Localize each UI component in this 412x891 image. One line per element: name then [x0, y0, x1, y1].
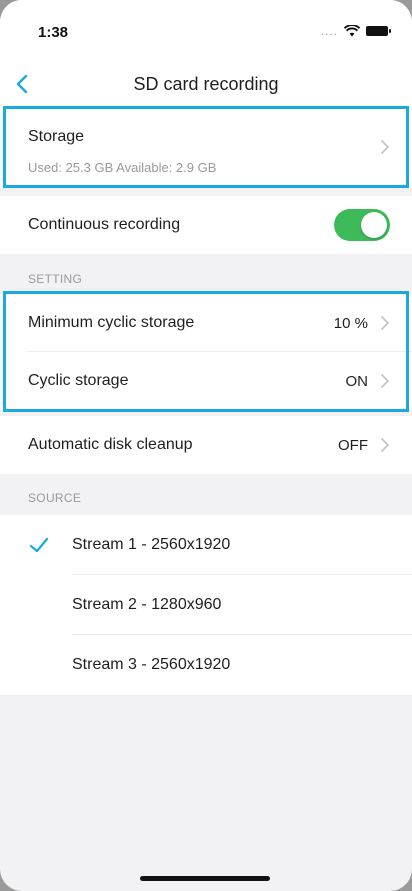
stream-row-3[interactable]: Stream 3 - 2560x1920	[0, 635, 412, 695]
storage-label: Storage	[28, 128, 85, 145]
stream-1-label: Stream 1 - 2560x1920	[72, 536, 231, 553]
storage-details: Used: 25.3 GB Available: 2.9 GB	[28, 160, 217, 175]
stream-2-label: Stream 2 - 1280x960	[72, 596, 222, 613]
battery-icon	[366, 26, 391, 36]
continuous-recording-label: Continuous recording	[28, 216, 181, 233]
checkmark-icon	[29, 537, 49, 553]
chevron-right-icon	[381, 140, 389, 154]
automatic-disk-cleanup-label: Automatic disk cleanup	[28, 436, 193, 453]
status-bar: 1:38 ....	[0, 0, 412, 62]
minimum-cyclic-storage-row[interactable]: Minimum cyclic storage 10 %	[0, 294, 412, 352]
cyclic-storage-row[interactable]: Cyclic storage ON	[0, 352, 412, 410]
chevron-right-icon	[381, 316, 389, 330]
continuous-recording-row: Continuous recording	[0, 196, 412, 254]
page-title: SD card recording	[133, 74, 279, 94]
continuous-recording-toggle[interactable]	[334, 209, 390, 241]
stream-row-1[interactable]: Stream 1 - 2560x1920	[0, 515, 412, 575]
automatic-disk-cleanup-value: OFF	[338, 436, 368, 454]
toggle-knob	[361, 212, 387, 238]
storage-row[interactable]: Storage Used: 25.3 GB Available: 2.9 GB	[0, 106, 412, 188]
cyclic-storage-label: Cyclic storage	[28, 372, 129, 389]
chevron-right-icon	[381, 374, 389, 388]
status-time: 1:38	[38, 24, 69, 41]
cyclic-storage-value: ON	[345, 372, 369, 390]
nav-bar: SD card recording	[0, 62, 412, 106]
chevron-right-icon	[381, 438, 389, 452]
phone-screen: 1:38 .... SD card recording Storage Used…	[0, 0, 412, 891]
signal-dots: ....	[320, 24, 338, 38]
stream-3-label: Stream 3 - 2560x1920	[72, 656, 231, 673]
automatic-disk-cleanup-row[interactable]: Automatic disk cleanup OFF	[0, 416, 412, 474]
home-indicator	[140, 876, 270, 881]
stream-row-2[interactable]: Stream 2 - 1280x960	[0, 575, 412, 635]
wifi-icon	[344, 25, 360, 37]
source-section-header: SOURCE	[28, 491, 82, 505]
status-icons: ....	[320, 24, 391, 38]
setting-section-header: SETTING	[28, 272, 83, 286]
minimum-cyclic-storage-label: Minimum cyclic storage	[28, 314, 195, 331]
minimum-cyclic-storage-value: 10 %	[333, 314, 368, 332]
